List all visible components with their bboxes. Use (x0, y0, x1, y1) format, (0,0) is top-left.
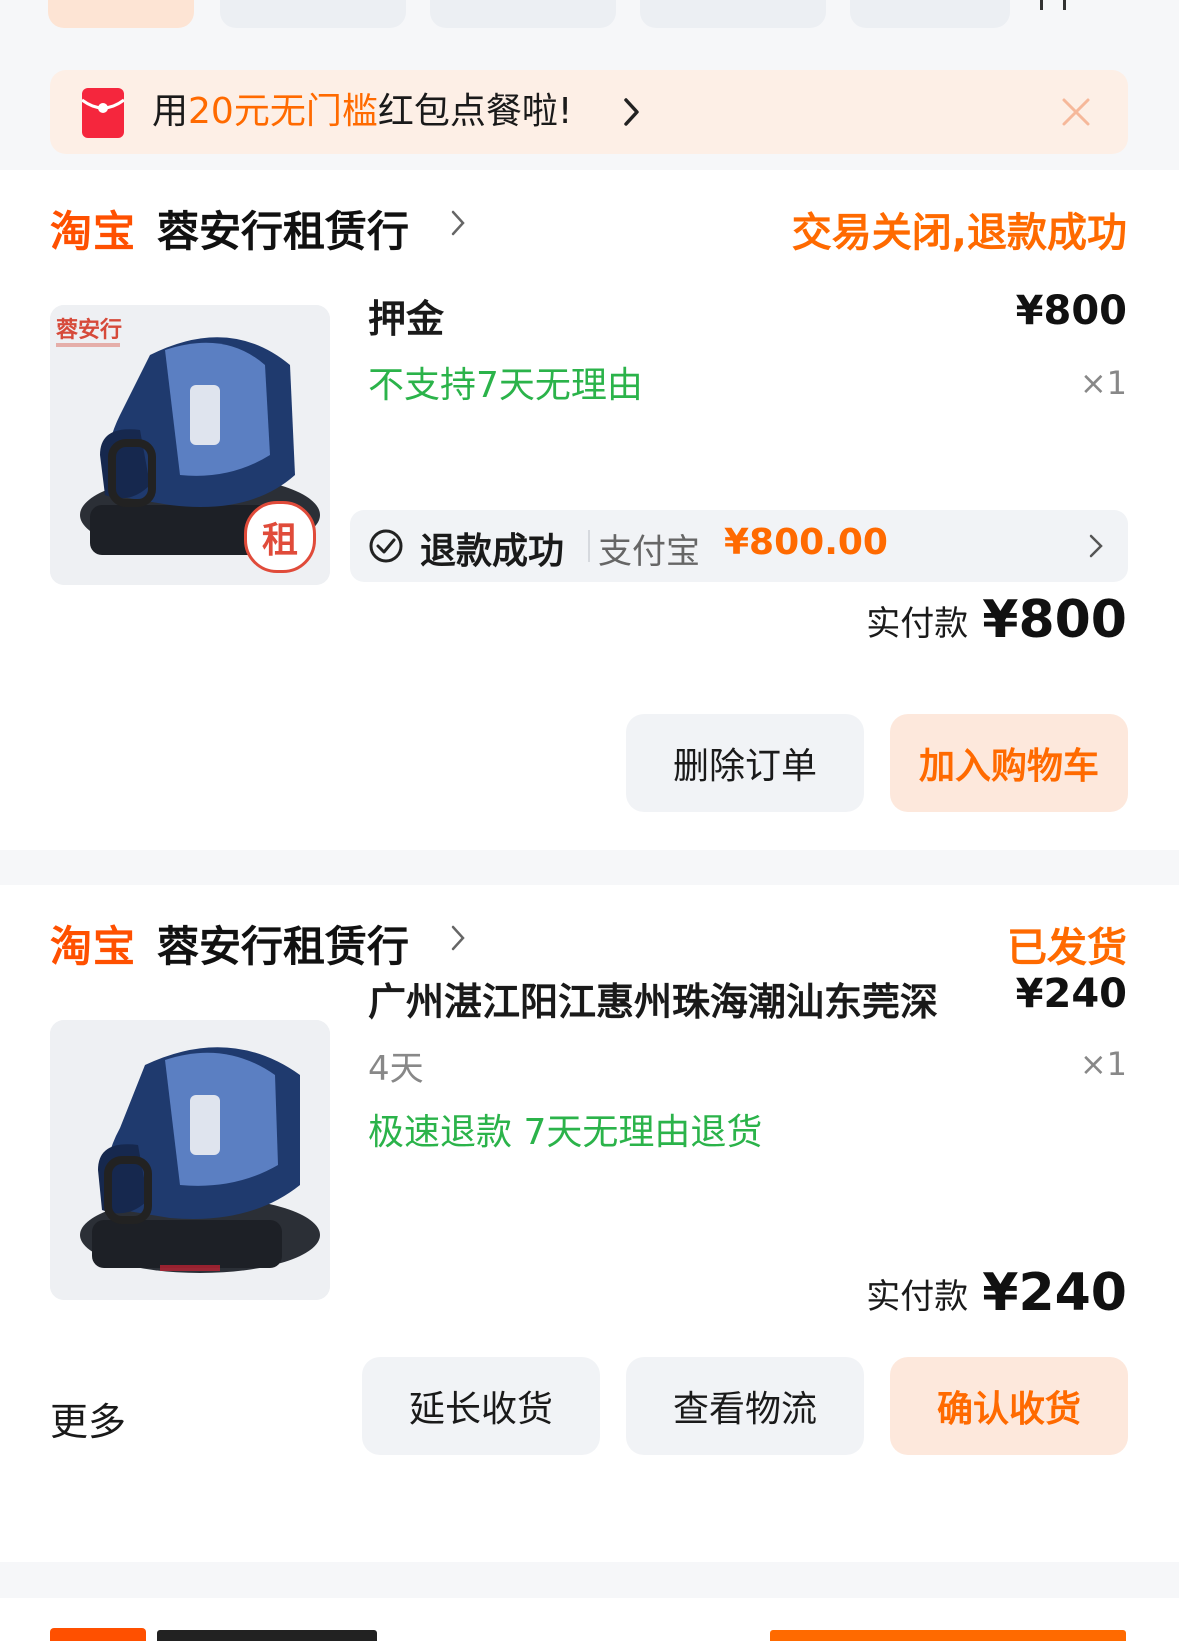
divider (588, 530, 590, 562)
check-circle-icon (369, 529, 403, 563)
tab-pending-shipment[interactable] (430, 0, 616, 28)
view-logistics-button[interactable]: 查看物流 (626, 1357, 864, 1455)
paid-label: 实付款 (866, 603, 969, 644)
confirm-receipt-button[interactable]: 确认收货 (890, 1357, 1128, 1455)
coupon-highlight: 20元无门槛 (188, 91, 378, 132)
red-envelope-icon (82, 88, 124, 138)
paid-total: 实付款 ¥240 (866, 1263, 1127, 1323)
tab-pending-receipt[interactable] (640, 0, 826, 28)
coupon-text: 用20元无门槛红包点餐啦! (152, 91, 573, 132)
product-price: ¥800 (1015, 288, 1127, 334)
tab-all[interactable] (48, 0, 194, 28)
product-thumbnail[interactable]: 蓉安行 租 (50, 305, 330, 585)
status-partial (770, 1630, 1126, 1641)
chevron-right-icon[interactable] (450, 923, 466, 953)
paid-label: 实付款 (866, 1276, 969, 1317)
product-spec: 4天 (368, 1049, 424, 1089)
order-filter-tabs (0, 0, 1179, 60)
order-status: 已发货 (1007, 925, 1127, 971)
platform-logo-partial (50, 1628, 146, 1641)
product-title[interactable]: 押金 (368, 288, 444, 343)
taobao-logo: 淘宝 (50, 922, 137, 971)
tab-pending-payment[interactable] (220, 0, 406, 28)
shop-name-partial (157, 1630, 377, 1641)
paid-total: 实付款 ¥800 (866, 590, 1127, 650)
product-quantity: ×1 (1079, 364, 1127, 402)
extend-receipt-button[interactable]: 延长收货 (362, 1357, 600, 1455)
rent-badge: 租 (244, 501, 316, 573)
filter-icon[interactable] (1040, 0, 1066, 10)
chevron-right-icon[interactable] (450, 208, 466, 238)
close-icon[interactable] (1056, 92, 1096, 132)
coupon-banner[interactable]: 用20元无门槛红包点餐啦! (50, 70, 1128, 154)
chevron-right-icon (624, 98, 639, 126)
product-quantity: ×1 (1079, 1045, 1127, 1083)
service-tags: 极速退款 7天无理由退货 (368, 1112, 763, 1153)
shop-name[interactable]: 蓉安行租赁行 (157, 198, 409, 259)
order-card-partial (0, 1598, 1179, 1641)
car-seat-image (50, 1020, 330, 1300)
more-button[interactable]: 更多 (50, 1391, 126, 1446)
taobao-logo: 淘宝 (50, 207, 137, 256)
shop-name[interactable]: 蓉安行租赁行 (157, 913, 409, 974)
refund-label: 退款成功 (420, 531, 565, 572)
order-card: 淘宝 蓉安行租赁行 已发货 广州湛江阳江惠州珠海潮汕东莞深 ¥240 4天 ×1… (0, 885, 1179, 1562)
paid-amount: ¥240 (982, 1263, 1127, 1323)
paid-amount: ¥800 (982, 590, 1127, 650)
order-status: 交易关闭,退款成功 (791, 210, 1127, 256)
product-title[interactable]: 广州湛江阳江惠州珠海潮汕东莞深 (368, 971, 938, 1026)
refund-method: 支付宝 (598, 532, 700, 572)
tab-refund[interactable] (850, 0, 1010, 28)
product-price: ¥240 (1015, 971, 1127, 1017)
product-thumbnail[interactable] (50, 1020, 330, 1300)
thumb-brand-text: 蓉安行 (56, 317, 122, 343)
order-card: 淘宝 蓉安行租赁行 交易关闭,退款成功 蓉安行 租 押金 ¥800 不支持7天无… (0, 170, 1179, 850)
refund-status-bar[interactable]: 退款成功 支付宝 ¥800.00 (350, 510, 1128, 582)
delete-order-button[interactable]: 删除订单 (626, 714, 864, 812)
refund-amount: ¥800.00 (724, 522, 888, 563)
add-to-cart-button[interactable]: 加入购物车 (890, 714, 1128, 812)
chevron-right-icon (1089, 534, 1103, 558)
return-policy-tag: 不支持7天无理由 (368, 365, 643, 406)
